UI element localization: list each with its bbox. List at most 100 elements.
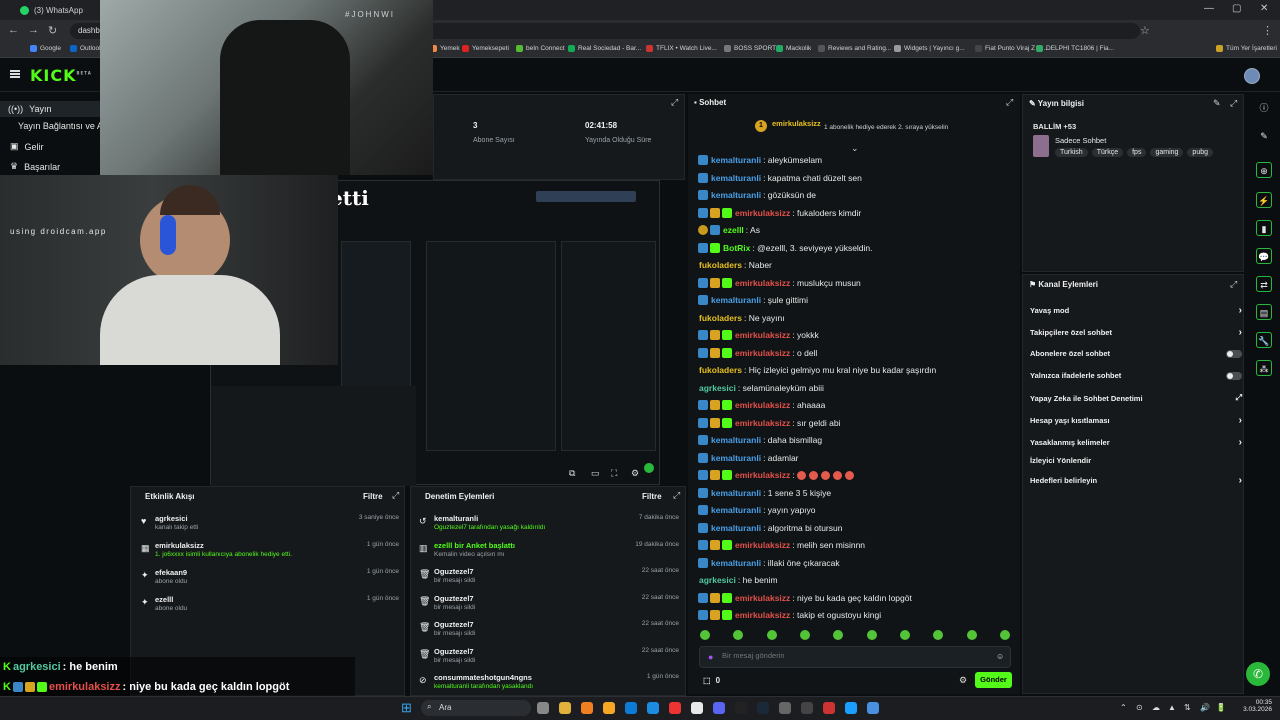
chat-username[interactable]: kemalturanli xyxy=(711,523,761,533)
tray-chevron-icon[interactable]: ⌃ xyxy=(1120,703,1127,712)
quick-emote-icon[interactable] xyxy=(966,630,977,640)
chat-username[interactable]: kemalturanli xyxy=(711,295,761,305)
calc-icon[interactable] xyxy=(779,702,791,714)
chevron-right-icon[interactable]: › xyxy=(1239,415,1242,426)
expand-icon[interactable]: ⤢ xyxy=(671,97,678,108)
stream-tag[interactable]: gaming xyxy=(1150,148,1184,157)
chat-username[interactable]: emirkulaksizz xyxy=(735,418,790,428)
app-icon[interactable] xyxy=(801,702,813,714)
steam-icon[interactable] xyxy=(757,702,769,714)
chrome-alt-icon[interactable] xyxy=(823,702,835,714)
activity-name[interactable]: efekaan9 xyxy=(155,568,187,577)
activity-filter-button[interactable]: Filtre xyxy=(363,492,383,501)
edit-icon[interactable]: ✎ xyxy=(1213,98,1221,109)
transfer-icon[interactable]: ⇄ xyxy=(1256,276,1272,292)
opera-icon[interactable] xyxy=(669,702,681,714)
mic-icon[interactable]: ● xyxy=(708,652,713,662)
sidebar-item-gelir[interactable]: ▣ Gelir xyxy=(10,141,44,152)
clock[interactable]: 00:35 3.03.2026 xyxy=(1240,699,1272,713)
stream-tag[interactable]: Türkçe xyxy=(1091,148,1124,157)
more-icon[interactable]: ⁂ xyxy=(1256,360,1272,376)
vlc-icon[interactable] xyxy=(581,702,593,714)
fullscreen-icon[interactable]: ⛶ xyxy=(611,468,617,479)
minimize-icon[interactable]: — xyxy=(1204,3,1214,14)
external-link-icon[interactable]: ⤢ xyxy=(1236,393,1242,403)
quick-emote-icon[interactable] xyxy=(799,630,810,640)
chat-bubble-icon[interactable]: 💬 xyxy=(1256,248,1272,264)
bookmark-12[interactable]: DELPHI TC1806 | Fia... xyxy=(1036,45,1114,52)
stream-tag[interactable]: pubg xyxy=(1187,148,1213,157)
steam-alt-icon[interactable] xyxy=(845,702,857,714)
info-icon[interactable]: ⓘ xyxy=(1256,100,1272,116)
chat-username[interactable]: kemalturanli xyxy=(711,453,761,463)
category-name[interactable]: Sadece Sohbet xyxy=(1055,136,1106,145)
chat-settings-icon[interactable]: ⚙ xyxy=(959,675,967,686)
chat-username[interactable]: agrkesici xyxy=(699,383,736,393)
chevron-right-icon[interactable]: › xyxy=(1239,305,1242,316)
chevron-right-icon[interactable]: › xyxy=(1239,437,1242,448)
toggle-switch[interactable] xyxy=(1226,371,1242,380)
chat-username[interactable]: emirkulaksizz xyxy=(735,278,790,288)
chevron-down-icon[interactable]: ⌄ xyxy=(851,143,859,154)
stream-tag[interactable]: Turkish xyxy=(1055,148,1088,157)
chat-username[interactable]: ezelll xyxy=(723,225,744,235)
chat-username[interactable]: kemalturanli xyxy=(711,488,761,498)
bookmark-10[interactable]: Widgets | Yayıncı g... xyxy=(894,45,965,52)
discord-icon[interactable] xyxy=(713,702,725,714)
chat-username[interactable]: agrkesici xyxy=(699,575,736,585)
tray-icon[interactable]: ▲ xyxy=(1168,703,1176,712)
whatsapp-float-icon[interactable]: ✆ xyxy=(1246,662,1270,686)
channel-action-7[interactable]: İzleyici Yönlendir xyxy=(1030,456,1242,465)
quick-emote-icon[interactable] xyxy=(766,630,777,640)
activity-name[interactable]: ezelll xyxy=(155,595,173,604)
channel-action-2[interactable]: Abonelere özel sohbet xyxy=(1030,349,1242,358)
bookmark-1[interactable]: Outlook xyxy=(70,45,102,52)
edit-icon[interactable]: ✎ xyxy=(1256,128,1272,144)
expand-icon[interactable]: ⤢ xyxy=(673,490,680,501)
file-explorer-icon[interactable] xyxy=(559,702,571,714)
app-alt-icon[interactable] xyxy=(867,702,879,714)
message-input[interactable] xyxy=(722,651,972,660)
reload-icon[interactable]: ↻ xyxy=(48,24,57,37)
bookmark-6[interactable]: TFLIX • Watch Live... xyxy=(646,45,717,52)
moderation-filter-button[interactable]: Filtre xyxy=(642,492,662,501)
bookmark-2[interactable]: Yemek xyxy=(430,45,460,52)
expand-icon[interactable]: ⤢ xyxy=(1006,97,1013,108)
forward-icon[interactable]: → xyxy=(28,24,39,36)
channel-action-4[interactable]: Yapay Zeka ile Sohbet Denetimi ⤢ xyxy=(1030,393,1242,403)
close-icon[interactable]: ✕ xyxy=(1260,3,1268,14)
chat-username[interactable]: emirkulaksizz xyxy=(735,208,790,218)
quick-emote-icon[interactable] xyxy=(933,630,944,640)
bookmark-4[interactable]: beIn Connect xyxy=(516,45,565,52)
back-icon[interactable]: ← xyxy=(8,24,19,36)
widgets-icon[interactable] xyxy=(537,702,549,714)
chat-username[interactable]: kemalturanli xyxy=(711,558,761,568)
bookmark-8[interactable]: Mackolik xyxy=(776,45,811,52)
theater-icon[interactable]: ▭ xyxy=(591,468,600,479)
chat-username[interactable]: emirkulaksizz xyxy=(735,400,790,410)
pip-icon[interactable]: ⧉ xyxy=(569,468,575,479)
target-icon[interactable]: ⊕ xyxy=(1256,162,1272,178)
chat-username[interactable]: kemalturanli xyxy=(711,190,761,200)
quick-emote-icon[interactable] xyxy=(700,630,710,640)
quick-emote-icon[interactable] xyxy=(733,630,744,640)
moderation-title-line[interactable]: ezelll bir Anket başlattı xyxy=(434,541,515,550)
mail-icon[interactable] xyxy=(647,702,659,714)
phone-icon[interactable]: ▮ xyxy=(1256,220,1272,236)
chevron-right-icon[interactable]: › xyxy=(1239,475,1242,486)
all-bookmarks[interactable]: Tüm Yer İşaretleri xyxy=(1216,45,1277,52)
chevron-right-icon[interactable]: › xyxy=(1239,327,1242,338)
pinned-user[interactable]: emirkulaksizz xyxy=(772,119,821,128)
moderation-title-line[interactable]: Oguztezel7 xyxy=(434,594,474,603)
stream-tag[interactable]: fps xyxy=(1127,148,1147,157)
chat-username[interactable]: emirkulaksizz xyxy=(735,540,790,550)
sidebar-item-stream-connection[interactable]: Yayın Bağlantısı ve Ar xyxy=(18,121,106,131)
chat-username[interactable]: kemalturanli xyxy=(711,505,761,515)
chat-input[interactable]: ● ☺ xyxy=(699,646,1011,668)
expand-icon[interactable]: ⤢ xyxy=(1230,98,1237,109)
terminal-icon[interactable] xyxy=(735,702,747,714)
wrench-icon[interactable]: 🔧 xyxy=(1256,332,1272,348)
points-display[interactable]: ⬚ 0 xyxy=(703,676,720,685)
moderation-title-line[interactable]: Oguztezel7 xyxy=(434,647,474,656)
emoji-icon[interactable]: ☺ xyxy=(996,652,1004,661)
